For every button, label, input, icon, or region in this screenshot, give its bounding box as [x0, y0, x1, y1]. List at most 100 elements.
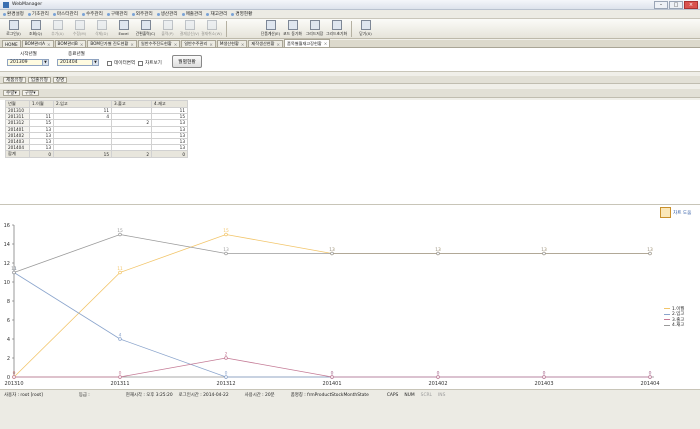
- toolbar-icon: [74, 20, 85, 30]
- chevron-down-icon[interactable]: ▾: [14, 91, 16, 96]
- period-to-combo[interactable]: 201404 ▼: [57, 59, 99, 66]
- pivot-field-chip[interactable]: 수량 ▾: [3, 90, 20, 96]
- document-tab[interactable]: M생산현황 ×: [216, 40, 248, 47]
- document-tab[interactable]: 일반수주관리 ×: [181, 40, 216, 47]
- x-tick-label: 201403: [534, 381, 553, 387]
- close-icon[interactable]: ×: [174, 42, 178, 47]
- document-tab[interactable]: 일반수주진도현황 ×: [137, 40, 181, 47]
- line-chart: 0246810121416201310 201311 201312 201401 201…: [4, 223, 660, 387]
- document-tab[interactable]: BOM관리B ×: [54, 40, 87, 47]
- toolbar-button[interactable]: 로그인(I): [3, 20, 24, 38]
- grid-column-header[interactable]: 3.출고: [111, 100, 152, 108]
- document-tab[interactable]: 제작생산현황 ×: [248, 40, 284, 47]
- y-tick-label: 4: [7, 337, 10, 343]
- chart-help-button[interactable]: 차트 도움: [660, 207, 691, 218]
- close-icon[interactable]: ×: [209, 42, 213, 47]
- toolbar-button[interactable]: 출력(P): [157, 20, 178, 38]
- legend-label: 4.재고: [672, 323, 685, 329]
- close-window-button[interactable]: ×: [684, 0, 698, 9]
- menu-item[interactable]: 환경설정: [3, 11, 24, 17]
- toolbar-button[interactable]: 닫기(X): [355, 20, 376, 38]
- main-toolbar: 로그인(I) 조회(Q) 추가(A) 수정(M) 삭제(D) Excel 간편출력(C) 출력…: [0, 19, 700, 39]
- menu-item[interactable]: 경영현황: [231, 11, 252, 17]
- close-icon[interactable]: ×: [47, 42, 51, 47]
- menu-item[interactable]: 외주관리: [131, 11, 153, 17]
- group-field-chip[interactable]: 창명: [52, 76, 68, 83]
- window-title: WebManager: [12, 2, 43, 7]
- app-icon: [3, 1, 9, 8]
- document-tab[interactable]: BOM관리A ×: [21, 40, 54, 47]
- series-line: [13, 272, 650, 378]
- toolbar-button[interactable]: 수정(M): [69, 20, 90, 38]
- x-tick-label: 201311: [110, 381, 129, 387]
- group-field-chip[interactable]: 제품유형: [3, 76, 26, 83]
- toolbar-button[interactable]: 결재취소(W): [201, 20, 222, 38]
- pivot-field-chip[interactable]: 구분 ▾: [21, 90, 39, 96]
- status-login: 로그인시간 : 2014-04-22: [178, 393, 229, 398]
- grid-column-header[interactable]: 1.이월: [29, 100, 54, 108]
- toolbar-button-label: 간편출력(C): [135, 31, 156, 36]
- toolbar-button-label: 출력(P): [161, 31, 174, 36]
- menu-item[interactable]: 기초관리: [27, 11, 49, 17]
- document-tab[interactable]: BOM단가별 진도현황 ×: [87, 40, 137, 47]
- toolbar-button[interactable]: 그리드저장: [304, 20, 325, 38]
- close-icon[interactable]: ×: [80, 42, 84, 47]
- y-tick-label: 8: [7, 299, 10, 305]
- chevron-down-icon[interactable]: ▾: [33, 91, 35, 96]
- pivot-grid[interactable]: 년월 1.이월 2.입고 3.출고 4.재고 201310 11 11 201311 11 4 15 2…: [5, 100, 188, 159]
- toolbar-icon: [52, 20, 63, 30]
- toolbar-button-label: 결재취소(W): [201, 31, 222, 36]
- status-scrl: SCRL: [420, 392, 433, 398]
- close-icon[interactable]: ×: [324, 41, 328, 46]
- toolbar-icon: [140, 20, 151, 30]
- x-tick-label: 201402: [428, 381, 447, 387]
- menu-item[interactable]: 재고관리: [206, 11, 227, 17]
- toolbar-button[interactable]: 단품계산(E): [260, 20, 281, 38]
- toolbar-button[interactable]: 삭제(D): [91, 20, 112, 38]
- menu-item[interactable]: 마스터관리: [52, 11, 78, 17]
- menu-item[interactable]: 구매관리: [106, 11, 128, 17]
- monthly-status-button[interactable]: 월별현황: [172, 55, 202, 68]
- toolbar-icon: [331, 20, 342, 30]
- group-field-chip[interactable]: 입출유형: [27, 76, 51, 83]
- data-toggle-checkbox[interactable]: 데이터변역: [107, 60, 135, 66]
- menu-item[interactable]: 매출관리: [181, 11, 202, 17]
- checkbox-box[interactable]: [138, 60, 143, 66]
- maximize-button[interactable]: □: [669, 0, 683, 9]
- toolbar-button[interactable]: 그리드초기화: [326, 20, 347, 38]
- period-to-value: 201404: [60, 60, 78, 65]
- toolbar-button[interactable]: 조회(Q): [25, 20, 46, 38]
- grid-column-header[interactable]: 4.재고: [151, 100, 188, 108]
- chevron-down-icon[interactable]: ▼: [42, 60, 48, 65]
- menu-item-label: 환경설정: [7, 12, 24, 17]
- y-tick-label: 10: [4, 280, 10, 286]
- chevron-down-icon[interactable]: ▼: [92, 60, 98, 65]
- toolbar-icon: [162, 20, 173, 30]
- grid-column-header[interactable]: 2.입고: [53, 100, 112, 108]
- status-user: 사용자 : root [root]: [4, 393, 43, 398]
- grand-total-row: 합계 0 15 2 0: [5, 150, 188, 159]
- close-icon[interactable]: ×: [241, 42, 245, 47]
- toolbar-button[interactable]: 간편출력(C): [135, 20, 156, 38]
- period-from-combo[interactable]: 201309 ▼: [7, 59, 49, 66]
- chart-view-checkbox[interactable]: 차트보기: [138, 60, 162, 66]
- close-icon[interactable]: ×: [277, 42, 281, 47]
- legend-swatch: [664, 319, 670, 321]
- toolbar-button[interactable]: Excel: [113, 20, 134, 38]
- toolbar-button[interactable]: 추가(A): [47, 20, 68, 38]
- grid-column-header[interactable]: 년월: [5, 100, 30, 108]
- toolbar-button[interactable]: 결재상신(V): [179, 20, 200, 38]
- document-tab[interactable]: 품목별월재고장현황 ×: [284, 39, 331, 47]
- document-tab[interactable]: HOME: [2, 40, 21, 47]
- menu-item-label: 경영현황: [235, 12, 253, 17]
- minimize-button[interactable]: –: [654, 0, 668, 9]
- checkbox-box[interactable]: [107, 60, 112, 66]
- toolbar-button-label: 닫기(X): [359, 31, 372, 36]
- close-icon[interactable]: ×: [130, 42, 134, 47]
- menu-item[interactable]: 생산관리: [156, 11, 178, 17]
- pivot-grid-area: 년월 1.이월 2.입고 3.출고 4.재고 201310 11 11 201311 11 4 15 2…: [0, 100, 700, 204]
- toolbar-icon: [309, 20, 320, 30]
- menu-item[interactable]: 수주관리: [81, 11, 103, 17]
- toolbar-button[interactable]: 코드 동기화: [282, 20, 303, 38]
- data-label: 0: [543, 371, 546, 377]
